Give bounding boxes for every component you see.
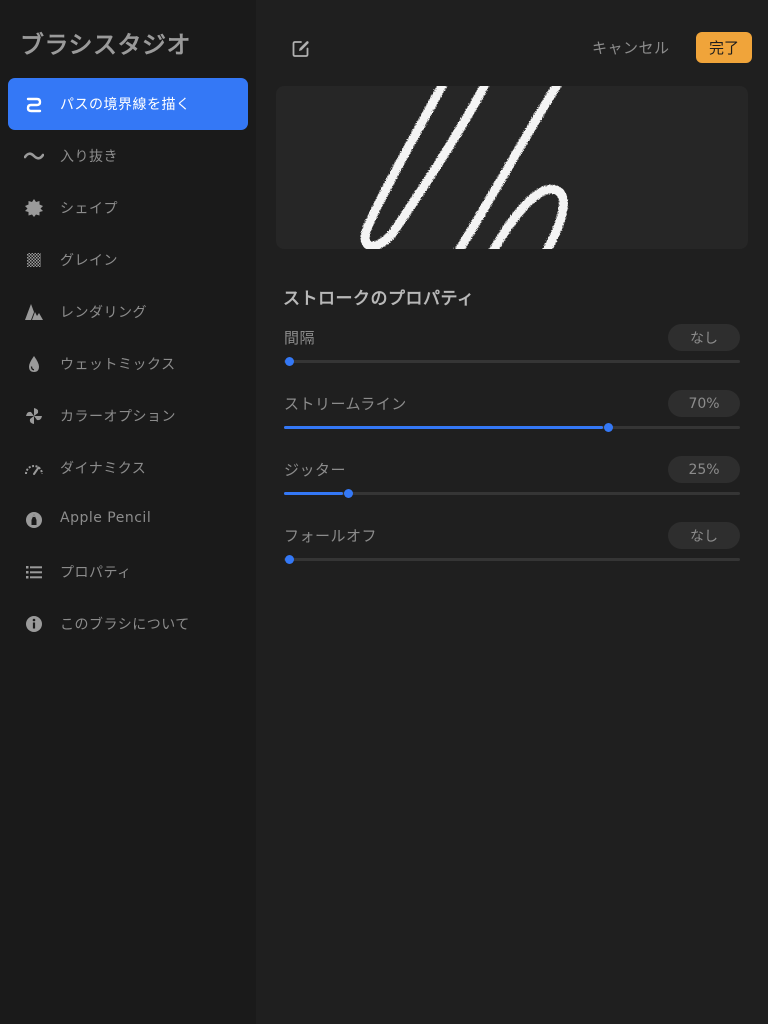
info-icon (24, 615, 44, 633)
sidebar-title: ブラシスタジオ (20, 31, 192, 59)
rendering-icon (24, 303, 44, 321)
property-value-badge[interactable]: 70% (668, 390, 740, 417)
sidebar-item-dynamics[interactable]: ダイナミクス (8, 442, 248, 494)
sidebar-item-label: パスの境界線を描く (60, 97, 191, 113)
sidebar-item-rendering[interactable]: レンダリング (8, 286, 248, 338)
cancel-button[interactable]: キャンセル (592, 37, 670, 58)
slider-thumb[interactable] (285, 357, 294, 366)
slider-fill (284, 492, 344, 495)
sidebar-menu: パスの境界線を描く 入り抜き シェイプ グレイン レンダリング ウェットミックス… (8, 78, 248, 650)
property-label: フォールオフ (284, 527, 378, 545)
sidebar-item-color-options[interactable]: カラーオプション (8, 390, 248, 442)
property-value-badge[interactable]: なし (668, 522, 740, 549)
sidebar-item-label: プロパティ (60, 565, 132, 581)
grain-icon (24, 251, 44, 269)
property-spacing: 間隔 なし (284, 324, 740, 374)
sidebar-item-about-brush[interactable]: このブラシについて (8, 598, 248, 650)
sidebar-item-apple-pencil[interactable]: Apple Pencil (8, 494, 248, 546)
sidebar-item-wet-mix[interactable]: ウェットミックス (8, 338, 248, 390)
property-label: 間隔 (284, 329, 316, 347)
streamline-slider[interactable] (284, 423, 740, 432)
apple-pencil-icon (24, 511, 44, 529)
sidebar-item-label: 入り抜き (60, 149, 118, 165)
spacing-slider[interactable] (284, 357, 740, 366)
wet-mix-icon (24, 355, 44, 373)
done-button[interactable]: 完了 (696, 32, 752, 63)
stroke-path-icon (24, 95, 44, 113)
sidebar-item-stroke-path[interactable]: パスの境界線を描く (8, 78, 248, 130)
property-label: ジッター (284, 461, 347, 479)
sidebar-item-label: ダイナミクス (60, 461, 147, 477)
property-label: ストリームライン (284, 395, 407, 413)
sidebar-item-label: このブラシについて (60, 617, 190, 633)
property-jitter: ジッター 25% (284, 456, 740, 506)
property-value-badge[interactable]: 25% (668, 456, 740, 483)
sidebar-item-label: カラーオプション (60, 409, 176, 425)
properties-icon (24, 563, 44, 581)
sidebar-item-label: ウェットミックス (60, 357, 176, 373)
edit-icon (292, 41, 309, 57)
main-panel: キャンセル 完了 ストロークのプロパティ 間隔 なし ストリームライン 70% … (256, 0, 768, 1024)
sidebar-item-shape[interactable]: シェイプ (8, 182, 248, 234)
slider-thumb[interactable] (285, 555, 294, 564)
sidebar-item-grain[interactable]: グレイン (8, 234, 248, 286)
sidebar-item-label: グレイン (60, 253, 118, 269)
sidebar: ブラシスタジオ パスの境界線を描く 入り抜き シェイプ グレイン レンダリング … (0, 0, 256, 1024)
section-title: ストロークのプロパティ (283, 289, 475, 309)
brush-studio: ブラシスタジオ パスの境界線を描く 入り抜き シェイプ グレイン レンダリング … (0, 0, 768, 1024)
slider-thumb[interactable] (604, 423, 614, 432)
shape-icon (24, 199, 44, 217)
color-options-icon (24, 407, 44, 425)
slider-fill (284, 426, 604, 429)
property-streamline: ストリームライン 70% (284, 390, 740, 440)
edit-button[interactable] (290, 38, 312, 60)
sidebar-item-label: シェイプ (60, 201, 118, 217)
sidebar-item-taper[interactable]: 入り抜き (8, 130, 248, 182)
property-value-badge[interactable]: なし (668, 324, 740, 351)
jitter-slider[interactable] (284, 489, 740, 498)
property-falloff: フォールオフ なし (284, 522, 740, 572)
sidebar-item-label: レンダリング (60, 305, 147, 321)
slider-thumb[interactable] (344, 489, 354, 498)
falloff-slider[interactable] (284, 555, 740, 564)
brush-preview (276, 86, 748, 249)
sidebar-item-properties[interactable]: プロパティ (8, 546, 248, 598)
taper-icon (24, 147, 44, 165)
dynamics-icon (24, 459, 44, 477)
sidebar-item-label: Apple Pencil (60, 510, 152, 526)
